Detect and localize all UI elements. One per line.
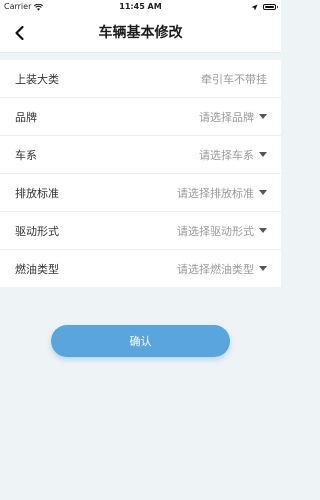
status-bar: Carrier 11:45 AM — [0, 0, 281, 14]
brand-placeholder: 请选择品牌 — [199, 110, 254, 124]
drive-select[interactable]: 请选择驱动形式 — [177, 223, 267, 239]
form-row-series[interactable]: 车系 请选择车系 — [0, 136, 281, 174]
emission-select[interactable]: 请选择排放标准 — [177, 185, 267, 201]
body-type-value: 牵引车不带挂 — [201, 71, 267, 87]
page-title: 车辆基本修改 — [98, 25, 183, 41]
series-select[interactable]: 请选择车系 — [199, 147, 267, 163]
confirm-container: 确认 — [0, 325, 281, 357]
series-label: 车系 — [15, 148, 37, 162]
drive-placeholder: 请选择驱动形式 — [177, 224, 254, 238]
series-placeholder: 请选择车系 — [199, 148, 254, 162]
body-type-label: 上装大类 — [15, 72, 59, 86]
fuel-placeholder: 请选择燃油类型 — [177, 262, 254, 276]
navigation-bar: 车辆基本修改 — [0, 14, 281, 53]
caret-down-icon — [259, 152, 267, 157]
location-arrow-icon — [251, 3, 258, 11]
form-row-drive[interactable]: 驱动形式 请选择驱动形式 — [0, 212, 281, 250]
brand-label: 品牌 — [15, 110, 37, 124]
vehicle-form: 上装大类 牵引车不带挂 品牌 请选择品牌 车系 请选择车系 排放标准 请选择排放… — [0, 60, 281, 287]
form-row-brand[interactable]: 品牌 请选择品牌 — [0, 98, 281, 136]
body-type-value-text: 牵引车不带挂 — [201, 72, 267, 86]
caret-down-icon — [259, 266, 267, 271]
emission-label: 排放标准 — [15, 186, 59, 200]
status-time: 11:45 AM — [119, 2, 162, 11]
drive-label: 驱动形式 — [15, 224, 59, 238]
battery-icon — [263, 4, 278, 10]
emission-placeholder: 请选择排放标准 — [177, 186, 254, 200]
form-row-body-type: 上装大类 牵引车不带挂 — [0, 60, 281, 98]
caret-down-icon — [259, 190, 267, 195]
fuel-select[interactable]: 请选择燃油类型 — [177, 261, 267, 277]
fuel-label: 燃油类型 — [15, 262, 59, 276]
caret-down-icon — [259, 228, 267, 233]
brand-select[interactable]: 请选择品牌 — [199, 109, 267, 125]
caret-down-icon — [259, 114, 267, 119]
form-row-emission[interactable]: 排放标准 请选择排放标准 — [0, 174, 281, 212]
status-right — [251, 0, 278, 14]
form-row-fuel[interactable]: 燃油类型 请选择燃油类型 — [0, 250, 281, 287]
confirm-button[interactable]: 确认 — [51, 325, 230, 357]
